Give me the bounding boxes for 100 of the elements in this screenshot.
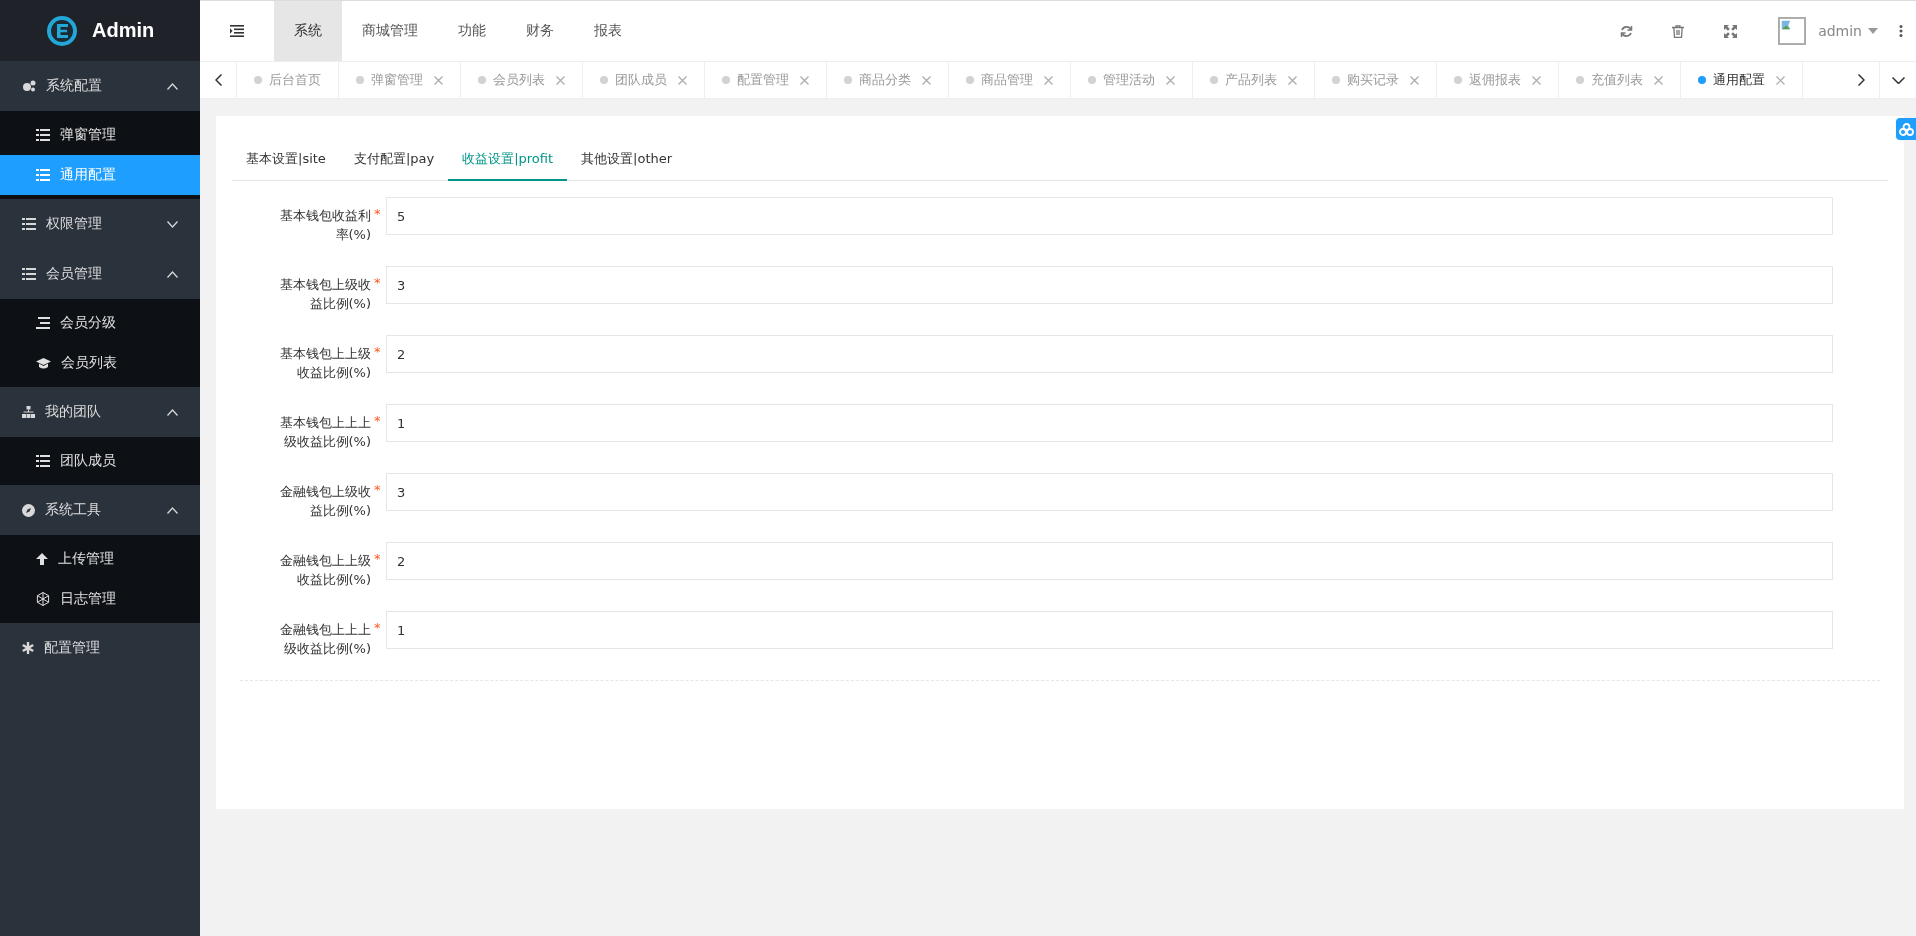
refresh-icon[interactable] [1619,24,1633,38]
graduation-cap-icon [36,357,51,369]
chevron-icon [167,506,178,514]
logo-text: Admin [92,19,155,42]
field-label: 金融钱包上上级收益比例(%) [279,552,371,589]
list-icon [22,218,36,230]
dot-icon [1576,76,1584,84]
asterisk-icon [22,642,34,654]
lines-icon [36,317,50,329]
more-icon[interactable] [1899,25,1903,37]
settings-tab[interactable]: 其他设置|other [567,139,687,181]
required-mark: * [374,275,381,290]
input-field[interactable]: 5 [386,197,1833,235]
list-icon [22,268,36,280]
dot-icon [356,76,364,84]
settings-tab[interactable]: 收益设置|profit [448,139,568,181]
chevron-icon [167,220,178,228]
close-icon[interactable] [922,75,931,85]
list-icon [36,455,50,467]
nav-tab[interactable]: 商城管理 [342,1,438,61]
close-icon[interactable] [1288,75,1297,85]
dot-icon [966,76,974,84]
dot-icon [254,76,262,84]
chevron-left-icon [214,74,222,86]
page-tab[interactable]: 通用配置 [1681,62,1803,98]
sidebar-item[interactable]: 会员列表 [0,343,200,383]
sidebar-group[interactable]: 权限管理 [0,199,200,249]
dot-icon [600,76,608,84]
dot-icon [1698,76,1706,84]
input-field[interactable]: 2 [386,335,1833,373]
caret-icon[interactable] [1868,28,1878,34]
nav-tab[interactable]: 系统 [274,1,342,61]
dot-icon [844,76,852,84]
extension-button[interactable] [1896,118,1916,140]
close-icon[interactable] [1166,75,1175,85]
settings-tab[interactable]: 基本设置|site [232,139,340,181]
menu-icon[interactable] [230,25,244,37]
sidebar-item[interactable]: 日志管理 [0,579,200,619]
list-icon [36,169,50,181]
sidebar-group[interactable]: 我的团队 [0,387,200,437]
dot-icon [1454,76,1462,84]
nav-tab[interactable]: 报表 [574,1,642,61]
dot-icon [722,76,730,84]
input-field[interactable]: 1 [386,611,1833,649]
required-mark: * [374,413,381,428]
required-mark: * [374,344,381,359]
close-icon[interactable] [556,75,565,85]
close-icon[interactable] [1654,75,1663,85]
field-label: 金融钱包上级收益比例(%) [279,483,371,520]
dot-icon [1332,76,1340,84]
input-field[interactable]: 3 [386,473,1833,511]
dot-icon [1088,76,1096,84]
input-field[interactable]: 2 [386,542,1833,580]
required-mark: * [374,482,381,497]
gears-icon [22,80,36,92]
user-name[interactable]: admin [1818,23,1862,39]
trash-icon[interactable] [1672,24,1685,38]
required-mark: * [374,206,381,221]
close-icon[interactable] [678,75,687,85]
compass-icon [22,503,35,517]
required-mark: * [374,551,381,566]
close-icon[interactable] [1044,75,1053,85]
chevron-right-icon [1857,74,1865,86]
input-field[interactable]: 3 [386,266,1833,304]
chevron-down-icon [1891,76,1905,84]
sidebar-group[interactable]: 系统工具 [0,485,200,535]
sitemap-icon [22,406,35,418]
chevron-icon [167,270,178,278]
nav-tab[interactable]: 财务 [506,1,574,61]
close-icon[interactable] [1532,75,1541,85]
sidebar-group[interactable]: 会员管理 [0,249,200,299]
broken-image-icon [1778,17,1807,45]
up-arrow-icon [36,553,48,565]
sidebar-item[interactable]: 弹窗管理 [0,115,200,155]
close-icon[interactable] [800,75,809,85]
logo-icon [46,14,78,47]
settings-tab[interactable]: 支付配置|pay [339,139,449,181]
field-label: 基本钱包上上上级收益比例(%) [279,414,371,451]
dot-icon [478,76,486,84]
close-icon[interactable] [434,75,443,85]
hexagon-icon [36,592,50,606]
field-label: 基本钱包收益利率(%) [279,207,371,244]
chevron-icon [167,408,178,416]
fullscreen-icon[interactable] [1723,24,1737,38]
required-mark: * [374,620,381,635]
nav-tab[interactable]: 功能 [438,1,506,61]
field-label: 金融钱包上上上级收益比例(%) [279,621,371,658]
sidebar-group[interactable]: 配置管理 [0,623,200,673]
chevron-icon [167,82,178,90]
dot-icon [1210,76,1218,84]
rings-icon [1898,122,1914,136]
field-label: 基本钱包上级收益比例(%) [279,276,371,313]
sidebar-item[interactable]: 会员分级 [0,303,200,343]
sidebar-item[interactable]: 上传管理 [0,539,200,579]
field-label: 基本钱包上上级收益比例(%) [279,345,371,382]
sidebar-group[interactable]: 系统配置 [0,61,200,111]
list-icon [36,129,50,141]
input-field[interactable]: 1 [386,404,1833,442]
close-icon[interactable] [1410,75,1419,85]
close-icon[interactable] [1776,75,1785,85]
